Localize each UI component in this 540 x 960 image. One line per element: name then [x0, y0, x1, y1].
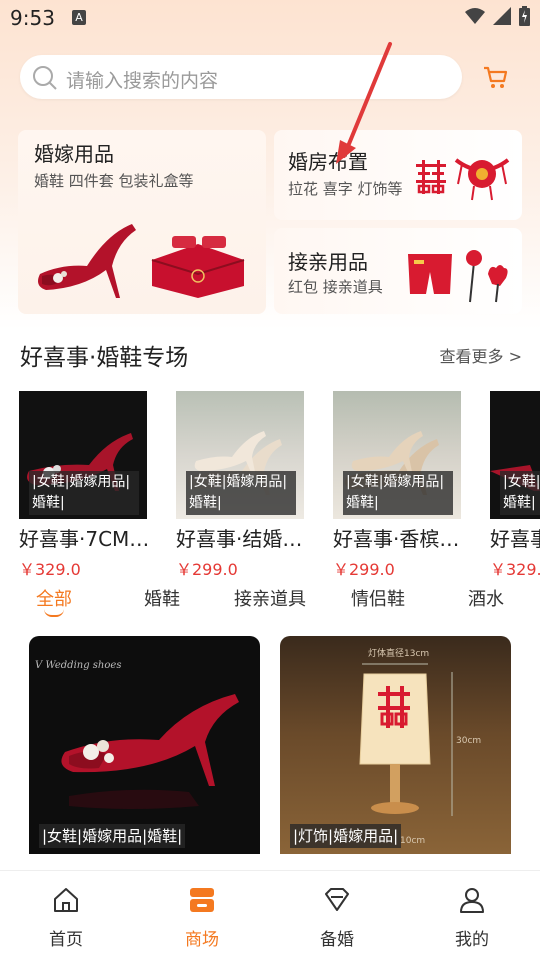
cart-icon[interactable]: [482, 63, 510, 91]
red-bedding-image: [151, 236, 245, 298]
props-icon: [466, 250, 508, 303]
double-happiness-icon: [416, 160, 446, 194]
product-name: 好喜事: [490, 527, 540, 551]
product-image: |女鞋|婚嫁用品|婚鞋|: [19, 391, 147, 519]
diamond-icon: [325, 888, 349, 911]
nav-label: 首页: [49, 930, 83, 950]
feed-product-card[interactable]: V Wedding shoes |女鞋|婚嫁用品|婚鞋|: [29, 636, 260, 854]
category-card-wedding-goods[interactable]: 婚嫁用品 婚鞋 四件套 包装礼盒等: [18, 130, 266, 314]
product-name: 好喜事·香槟…: [333, 527, 460, 551]
feed-product-card[interactable]: 灯体直径13cm 30cm 10cm |灯饰|婚嫁用品|: [280, 636, 511, 854]
wifi-icon: [465, 8, 485, 24]
product-tag: |女鞋|婚嫁用品|婚鞋|: [39, 824, 186, 848]
product-card[interactable]: |女鞋|婚嫁用品|婚鞋| 好喜事·7CM… ￥329.0: [19, 391, 147, 580]
nav-item-prep[interactable]: 备婚: [297, 885, 377, 950]
search-bar[interactable]: 请输入搜索的内容: [20, 55, 462, 99]
app-notification-icon: A: [72, 10, 86, 25]
product-tag: |女鞋|婚嫁用品|婚鞋|: [29, 471, 139, 515]
product-price: ￥329.0: [490, 560, 540, 579]
battery-icon: [519, 6, 530, 26]
product-price: ￥299.0: [176, 560, 238, 579]
category-card-pickup-goods[interactable]: 接亲用品 红包 接亲道具: [274, 228, 522, 314]
product-name: 好喜事·7CM…: [19, 527, 147, 551]
nav-item-store[interactable]: 商场: [162, 885, 242, 950]
category-subtitle: 拉花 喜字 灯饰等: [288, 180, 403, 198]
user-icon: [460, 888, 484, 913]
home-icon: [54, 888, 78, 912]
category-title: 婚嫁用品: [34, 142, 114, 166]
product-price: ￥329.0: [19, 560, 81, 579]
filter-tabs: 全部 婚鞋 接亲道具 情侣鞋 酒水: [0, 585, 540, 617]
product-image: |女鞋|婚嫁用品|婚鞋|: [333, 391, 461, 519]
lantern-decoration-icon: [454, 158, 510, 201]
tab-wedding-shoes[interactable]: 婚鞋: [144, 585, 180, 611]
nav-label: 备婚: [320, 930, 354, 950]
product-price: ￥299.0: [333, 560, 395, 579]
red-envelope-shorts-icon: [408, 254, 452, 294]
dimension-label-side: 30cm: [456, 736, 482, 746]
nav-item-me[interactable]: 我的: [432, 885, 512, 950]
product-tag: |女鞋|婚嫁用品|婚鞋|: [186, 471, 296, 515]
red-heel-image: [38, 224, 136, 298]
see-more-link[interactable]: 查看更多 >: [440, 343, 523, 367]
nav-item-home[interactable]: 首页: [26, 885, 106, 950]
store-icon: [190, 888, 214, 912]
product-name: 好喜事·结婚…: [176, 527, 303, 551]
product-tag: |灯饰|婚嫁用品|: [290, 824, 402, 848]
category-title: 接亲用品: [288, 250, 368, 274]
category-subtitle: 婚鞋 四件套 包装礼盒等: [34, 172, 194, 190]
tab-pickup-props[interactable]: 接亲道具: [234, 585, 306, 611]
product-card[interactable]: |女鞋|婚嫁用品|婚鞋| 好喜事 ￥329.0: [490, 391, 540, 580]
product-image: |女鞋|婚嫁用品|婚鞋|: [176, 391, 304, 519]
product-tag: |女鞋|婚嫁用品|婚鞋|: [500, 471, 540, 515]
status-time: 9:53: [10, 6, 55, 30]
search-placeholder[interactable]: 请输入搜索的内容: [66, 66, 218, 93]
tab-label: 全部: [36, 589, 72, 610]
active-tab-indicator: [44, 609, 64, 617]
image-watermark: V Wedding shoes: [35, 660, 122, 671]
category-subtitle: 红包 接亲道具: [288, 278, 383, 296]
product-card[interactable]: |女鞋|婚嫁用品|婚鞋| 好喜事·香槟… ￥299.0: [333, 391, 461, 580]
tab-couple-shoes[interactable]: 情侣鞋: [351, 585, 405, 611]
product-card[interactable]: |女鞋|婚嫁用品|婚鞋| 好喜事·结婚… ￥299.0: [176, 391, 304, 580]
product-tag: |女鞋|婚嫁用品|婚鞋|: [343, 471, 453, 515]
signal-icon: [493, 7, 511, 25]
search-icon: [33, 66, 57, 90]
status-bar: 9:53 A: [0, 0, 540, 36]
category-title: 婚房布置: [288, 150, 368, 174]
product-image: |女鞋|婚嫁用品|婚鞋|: [490, 391, 540, 519]
section-title: 好喜事·婚鞋专场: [20, 345, 189, 371]
tab-liquor[interactable]: 酒水: [468, 585, 504, 611]
dimension-label-top: 灯体直径13cm: [368, 649, 430, 659]
bottom-nav: 首页 商场 备婚 我的: [0, 870, 540, 960]
dimension-label-bottom: 10cm: [400, 836, 426, 846]
nav-label: 商场: [185, 930, 219, 950]
tab-all[interactable]: 全部: [36, 585, 72, 617]
category-card-room-decor[interactable]: 婚房布置 拉花 喜字 灯饰等: [274, 130, 522, 220]
nav-label: 我的: [455, 930, 489, 950]
